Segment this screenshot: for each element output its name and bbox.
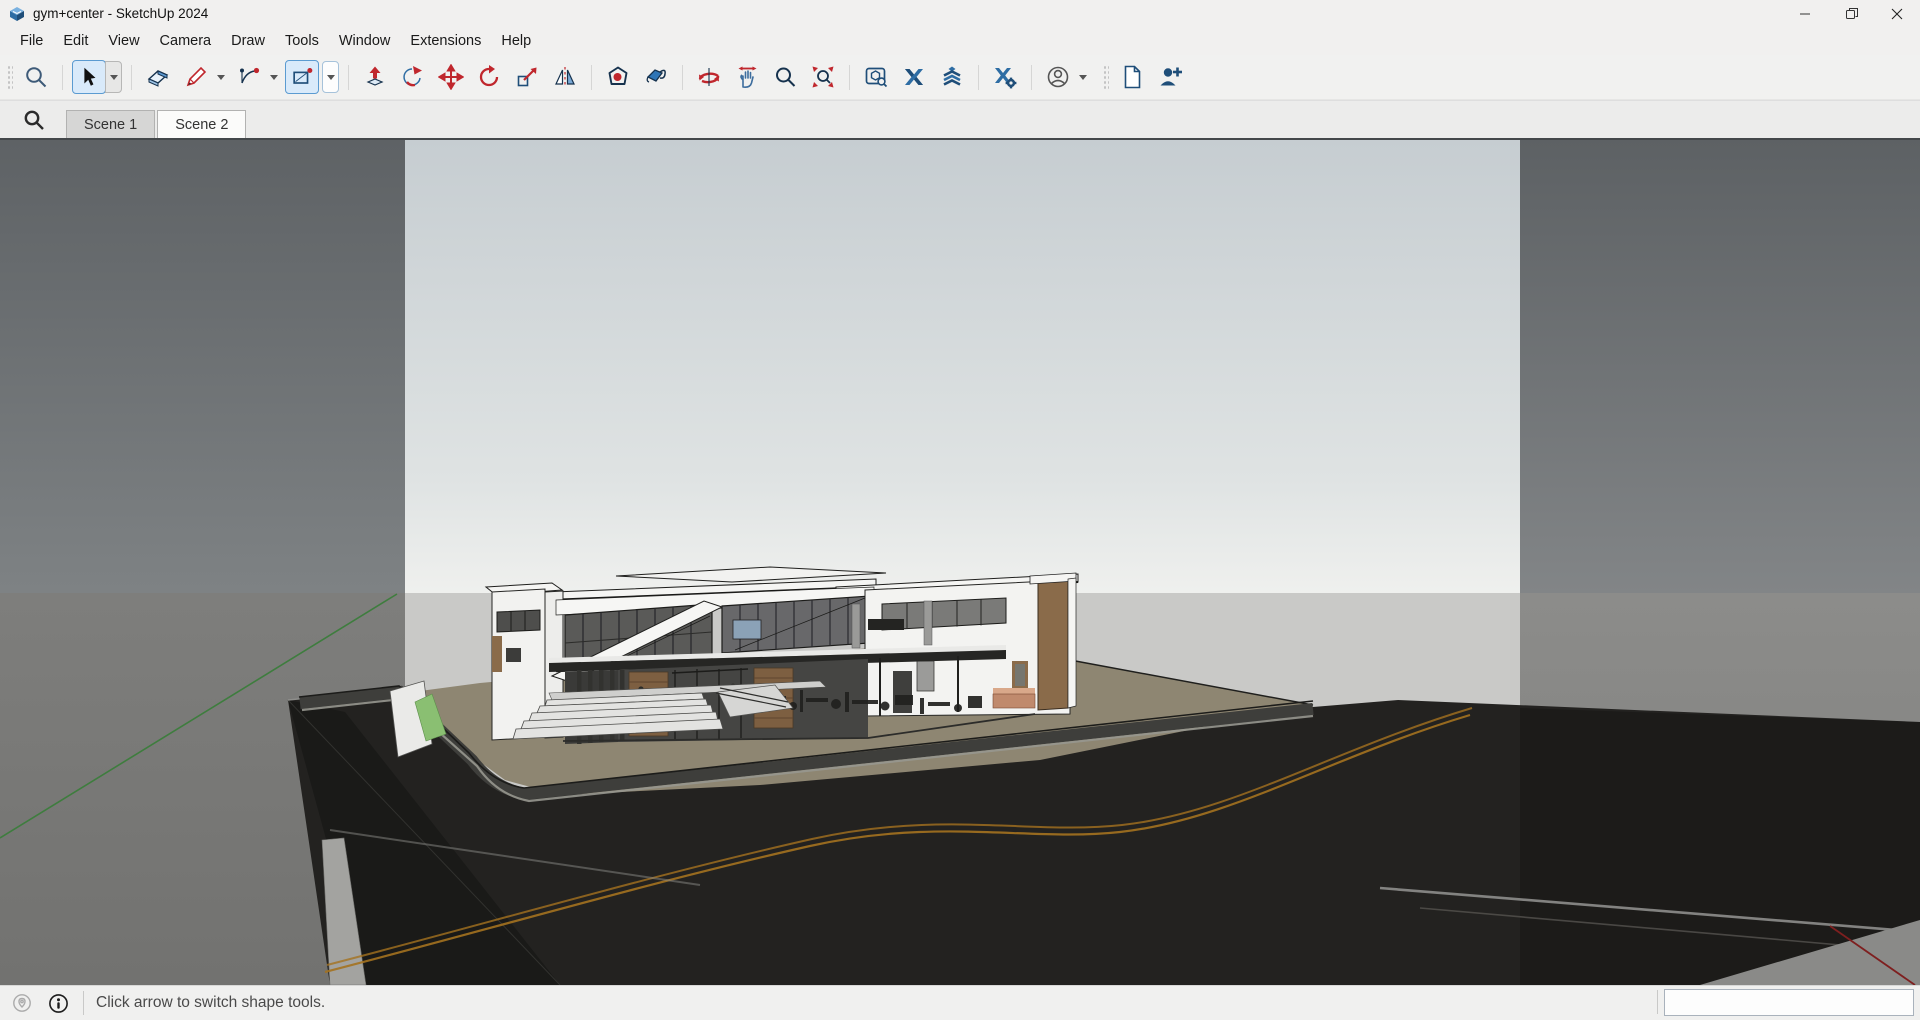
zoom-icon (772, 64, 798, 90)
select-flyout-arrow[interactable] (105, 61, 122, 93)
measurements-box[interactable] (1664, 989, 1914, 1016)
menu-draw[interactable]: Draw (221, 30, 275, 52)
arc-icon (236, 64, 262, 90)
new-document-icon (1119, 64, 1145, 90)
sign-in-avatar-button[interactable] (1041, 60, 1075, 94)
menu-bar: File Edit View Camera Draw Tools Window … (0, 27, 1920, 55)
magnifier-icon (22, 108, 46, 132)
eraser-tool-button[interactable] (141, 60, 175, 94)
push-pull-icon (362, 64, 388, 90)
sky (0, 140, 1920, 593)
pan-tool-button[interactable] (730, 60, 764, 94)
scale-tool-button[interactable] (510, 60, 544, 94)
orbit-icon (696, 64, 722, 90)
flip-tool-button[interactable] (548, 60, 582, 94)
select-cursor-icon (77, 65, 101, 89)
share-model-icon (901, 64, 927, 90)
menu-view[interactable]: View (98, 30, 149, 52)
paint-bucket-tool-button[interactable] (639, 60, 673, 94)
status-bar: Click arrow to switch shape tools. (0, 985, 1920, 1020)
rotate-icon (476, 64, 502, 90)
orbit-tool-button[interactable] (692, 60, 726, 94)
add-collaborator-icon (1157, 64, 1183, 90)
menu-camera[interactable]: Camera (150, 30, 222, 52)
tab-scene-1-label: Scene 1 (84, 117, 137, 133)
share-component-icon (939, 64, 965, 90)
menu-extensions[interactable]: Extensions (400, 30, 491, 52)
zoom-extents-icon (810, 64, 836, 90)
follow-me-icon (400, 64, 426, 90)
sign-in-flyout-arrow[interactable] (1075, 61, 1090, 93)
share-component-button[interactable] (935, 60, 969, 94)
info-icon[interactable] (48, 993, 69, 1014)
avatar-icon (1045, 64, 1071, 90)
viewport[interactable] (0, 140, 1920, 985)
toolbar (0, 55, 1920, 100)
menu-edit[interactable]: Edit (53, 30, 98, 52)
menu-file[interactable]: File (10, 30, 53, 52)
flip-icon (552, 64, 578, 90)
push-pull-tool-button[interactable] (358, 60, 392, 94)
extension-warehouse-icon (992, 64, 1018, 90)
scale-icon (514, 64, 540, 90)
search-icon (23, 64, 49, 90)
share-model-button[interactable] (897, 60, 931, 94)
toolbar-grip[interactable] (6, 64, 13, 90)
follow-me-tool-button[interactable] (396, 60, 430, 94)
pencil-icon (183, 64, 209, 90)
tab-scene-2[interactable]: Scene 2 (157, 110, 246, 138)
add-collaborator-button[interactable] (1153, 60, 1187, 94)
sketchup-logo-icon (9, 6, 25, 22)
restore-button[interactable] (1828, 0, 1874, 27)
menu-window[interactable]: Window (329, 30, 401, 52)
offset-icon (605, 64, 631, 90)
status-divider (83, 991, 84, 1015)
eraser-icon (145, 64, 171, 90)
rectangle-tool-button[interactable] (285, 60, 319, 94)
measurements-divider (1657, 990, 1658, 1014)
scene-tab-bar: Scene 1 Scene 2 (0, 100, 1920, 140)
new-document-button[interactable] (1115, 60, 1149, 94)
scene-search-button[interactable] (22, 108, 46, 132)
move-icon (438, 64, 464, 90)
select-tool-button[interactable] (72, 60, 106, 94)
close-button[interactable] (1874, 0, 1920, 27)
menu-tools[interactable]: Tools (275, 30, 329, 52)
paint-bucket-icon (643, 64, 669, 90)
extension-warehouse-button[interactable] (988, 60, 1022, 94)
3d-warehouse-icon (863, 64, 889, 90)
zoom-extents-tool-button[interactable] (806, 60, 840, 94)
line-flyout-arrow[interactable] (213, 61, 228, 93)
move-tool-button[interactable] (434, 60, 468, 94)
rectangle-flyout-arrow[interactable] (322, 61, 339, 93)
tab-scene-2-label: Scene 2 (175, 117, 228, 133)
viewport-canvas[interactable] (0, 140, 1920, 985)
tab-scene-1[interactable]: Scene 1 (66, 110, 155, 138)
toolbar-grip-2[interactable] (1102, 64, 1109, 90)
menu-help[interactable]: Help (491, 30, 541, 52)
offset-tool-button[interactable] (601, 60, 635, 94)
pan-icon (734, 64, 760, 90)
line-tool-button[interactable] (179, 60, 213, 94)
window-title: gym+center - SketchUp 2024 (33, 6, 208, 21)
3d-warehouse-button[interactable] (859, 60, 893, 94)
minimize-button[interactable] (1782, 0, 1828, 27)
title-bar: gym+center - SketchUp 2024 (0, 0, 1920, 27)
zoom-tool-button[interactable] (768, 60, 802, 94)
upper-glazing-right (722, 596, 870, 653)
rectangle-icon (290, 65, 314, 89)
arc-tool-button[interactable] (232, 60, 266, 94)
search-tool-button[interactable] (19, 60, 53, 94)
arc-flyout-arrow[interactable] (266, 61, 281, 93)
geolocation-icon[interactable] (12, 993, 32, 1013)
rotate-tool-button[interactable] (472, 60, 506, 94)
status-message: Click arrow to switch shape tools. (96, 994, 325, 1012)
